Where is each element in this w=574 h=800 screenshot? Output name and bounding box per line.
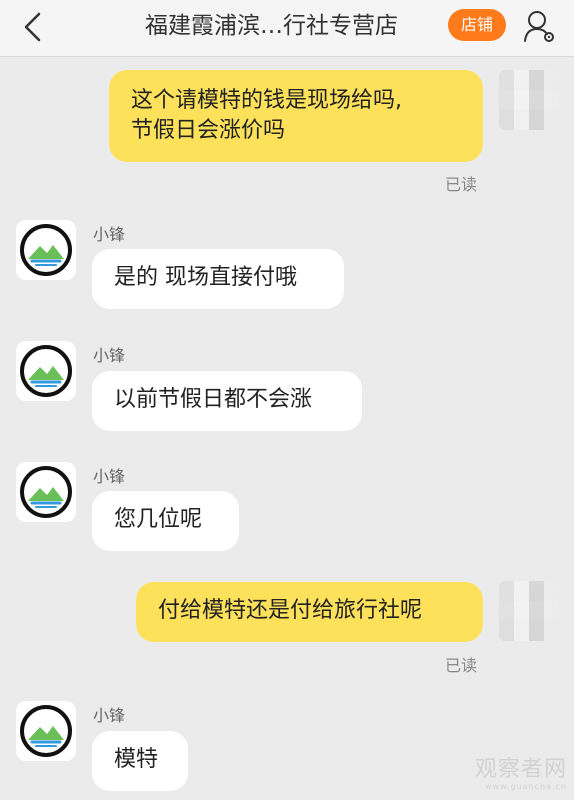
sender-name: 小锋 (93, 225, 126, 244)
my-avatar[interactable] (499, 581, 559, 641)
shop-avatar[interactable] (16, 341, 76, 401)
my-avatar[interactable] (499, 70, 559, 130)
sender-name: 小锋 (93, 467, 126, 486)
shop-title: 福建霞浦滨…行社专营店 (145, 13, 398, 39)
chat-bubble-incoming[interactable]: 以前节假日都不会涨 (92, 371, 362, 431)
chat-bubble-incoming[interactable]: 模特 (92, 731, 188, 791)
chat-bubble-outgoing[interactable]: 付给模特还是付给旅行社呢 (136, 582, 483, 642)
watermark-site: www.guancha.cn (485, 782, 567, 791)
shop-avatar[interactable] (16, 220, 76, 280)
read-status: 已读 (445, 656, 478, 675)
message-text: 是的 现场直接付哦 (114, 265, 297, 290)
chat-bubble-incoming[interactable]: 您几位呢 (92, 491, 239, 551)
shop-button[interactable]: 店铺 (448, 9, 506, 41)
message-text: 以前节假日都不会涨 (114, 387, 313, 412)
back-chevron-icon[interactable] (18, 10, 48, 44)
chat-header: 福建霞浦滨…行社专营店 店铺 (0, 0, 574, 57)
read-status: 已读 (445, 175, 478, 194)
sender-name: 小锋 (93, 346, 126, 365)
watermark-title: 观察者网 (474, 757, 567, 782)
profile-settings-icon[interactable] (522, 8, 556, 44)
shop-avatar[interactable] (16, 701, 76, 761)
chat-bubble-incoming[interactable]: 是的 现场直接付哦 (92, 249, 344, 309)
message-line: 节假日会涨价吗 (131, 118, 286, 143)
sender-name: 小锋 (93, 706, 126, 725)
message-text: 模特 (114, 747, 159, 772)
shop-avatar[interactable] (16, 462, 76, 522)
message-line: 这个请模特的钱是现场给吗, (131, 88, 402, 113)
watermark: 观察者网 www.guancha.cn (475, 758, 567, 792)
message-text: 付给模特还是付给旅行社呢 (158, 598, 423, 623)
message-text: 您几位呢 (114, 507, 203, 532)
chat-bubble-outgoing[interactable]: 这个请模特的钱是现场给吗, 节假日会涨价吗 (109, 70, 483, 162)
